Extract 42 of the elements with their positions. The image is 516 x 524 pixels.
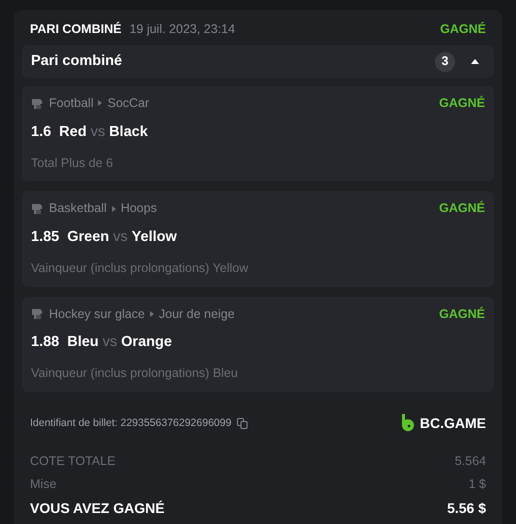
chevron-icon: [98, 100, 102, 106]
copy-icon[interactable]: [237, 418, 248, 430]
market-label: Vainqueur (inclus prolongations) Yellow: [31, 260, 250, 277]
total-label: COTE TOTALE: [30, 452, 116, 470]
total-label: Mise: [30, 476, 56, 493]
status-label: GAGNÉ: [440, 20, 486, 38]
ticket-id: Identifiant de billet: 2293556376292696099: [30, 416, 232, 431]
market-label: Total Plus de 6: [31, 154, 114, 172]
status-label: GAGNÉ: [439, 200, 485, 218]
total-value: 1 $: [468, 476, 486, 493]
odds-value: 1.88: [31, 333, 60, 352]
odds-value: 1.85: [31, 228, 60, 247]
versus-label: vs: [102, 333, 118, 352]
total-label: VOUS AVEZ GAGNÉ: [30, 499, 165, 518]
count-badge: 3: [435, 52, 455, 72]
league-name: SocCar: [107, 95, 150, 112]
status-label: GAGNÉ: [439, 306, 485, 322]
versus-label: vs: [90, 122, 106, 142]
team-name: Orange: [121, 333, 172, 352]
team-name: Yellow: [132, 228, 177, 247]
odds-value: 1.6: [31, 122, 52, 142]
sport-name: Hockey sur glace: [49, 306, 145, 323]
accordion-header[interactable]: Pari combiné 3: [22, 45, 494, 78]
sport-name: Basketball: [49, 200, 107, 218]
caret-up-icon: [471, 59, 479, 64]
league-name: Hoops: [120, 200, 157, 218]
total-value: 5.56 $: [447, 499, 486, 518]
league-name: Jour de neige: [158, 306, 235, 323]
sport-name: Football: [49, 95, 94, 112]
team-name: Bleu: [67, 333, 99, 352]
chevron-icon: [112, 206, 116, 212]
team-name: Red: [59, 122, 87, 142]
team-name: Black: [109, 122, 148, 142]
team-name: Green: [67, 228, 110, 247]
bet-type-title: PARI COMBINÉ: [30, 20, 122, 38]
total-value: 5.564: [454, 452, 486, 470]
chevron-icon: [150, 310, 154, 317]
status-label: GAGNÉ: [439, 94, 485, 112]
versus-label: vs: [113, 228, 128, 247]
brand-logo: BC.GAME: [400, 413, 486, 434]
market-label: Vainqueur (inclus prolongations) Bleu: [31, 365, 239, 382]
bet-date: 19 juil. 2023, 23:14: [129, 20, 236, 38]
